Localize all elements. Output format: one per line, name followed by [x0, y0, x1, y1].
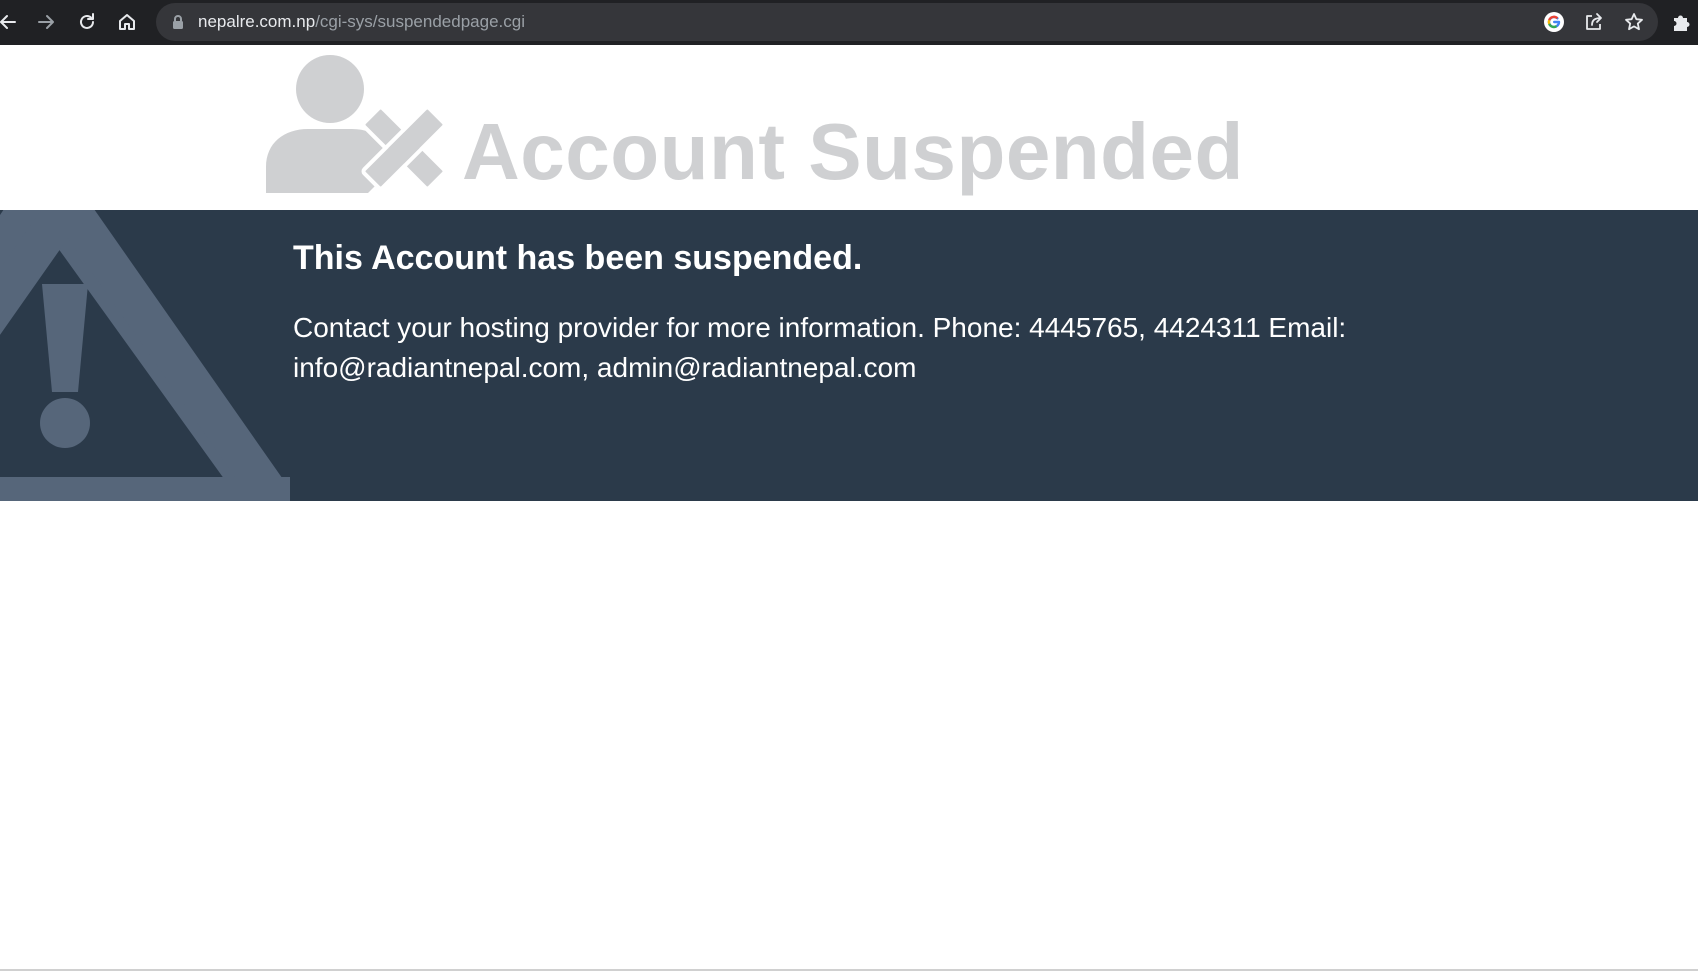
- reload-icon[interactable]: [71, 6, 103, 38]
- home-icon[interactable]: [111, 6, 143, 38]
- url-host: nepalre.com.np: [198, 12, 316, 31]
- forward-arrow-icon[interactable]: [30, 6, 62, 38]
- user-suspended-icon: [266, 55, 451, 198]
- warning-icon: [0, 210, 291, 501]
- lock-icon[interactable]: [172, 14, 184, 35]
- puzzle-icon[interactable]: [1668, 8, 1696, 36]
- page-header: Account Suspended: [0, 45, 1698, 210]
- banner-heading: This Account has been suspended.: [293, 239, 863, 277]
- star-icon[interactable]: [1622, 10, 1646, 34]
- banner-message: Contact your hosting provider for more i…: [293, 312, 1347, 383]
- url-path: /cgi-sys/suspendedpage.cgi: [315, 12, 525, 31]
- suspension-banner: This Account has been suspended. Contact…: [0, 210, 1698, 501]
- google-icon[interactable]: [1542, 10, 1566, 34]
- address-bar[interactable]: nepalre.com.np/cgi-sys/suspendedpage.cgi: [156, 3, 1658, 41]
- url-text[interactable]: nepalre.com.np/cgi-sys/suspendedpage.cgi: [198, 12, 525, 32]
- back-arrow-icon[interactable]: [0, 6, 24, 38]
- browser-toolbar: nepalre.com.np/cgi-sys/suspendedpage.cgi: [0, 0, 1698, 45]
- page-title: Account Suspended: [462, 107, 1244, 196]
- share-icon[interactable]: [1582, 10, 1606, 34]
